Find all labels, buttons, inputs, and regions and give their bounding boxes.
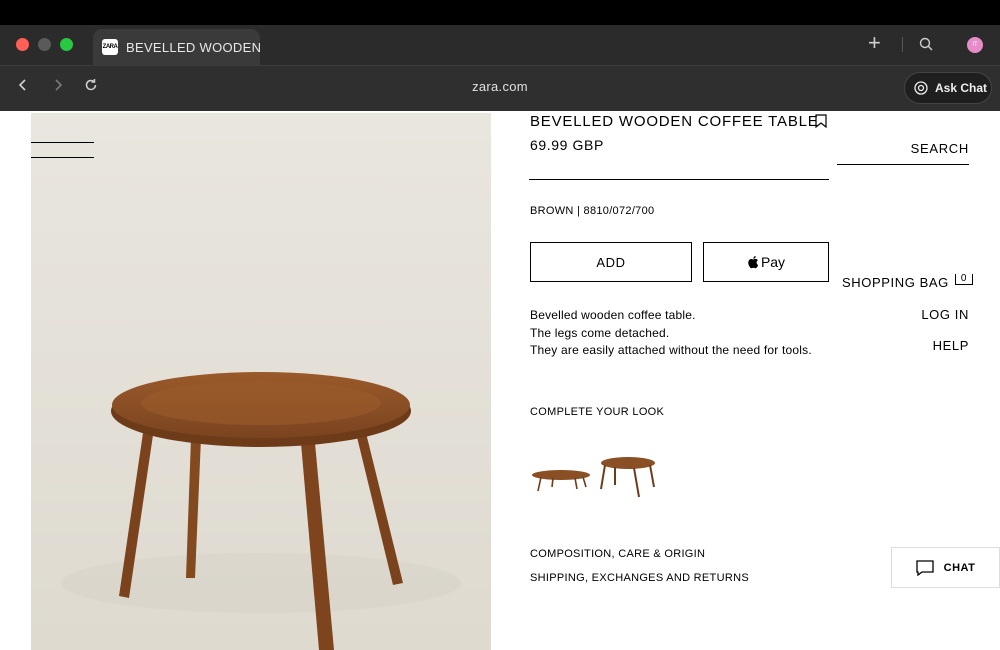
ask-chat-label: Ask Chat <box>935 81 988 95</box>
bookmark-icon[interactable] <box>815 114 827 128</box>
tab-title: BEVELLED WOODEN C <box>126 39 260 55</box>
ask-chat-button[interactable]: Ask Chat <box>904 72 992 104</box>
search-underline <box>837 164 969 165</box>
chat-bubble-icon <box>915 559 934 576</box>
product-title: BEVELLED WOODEN COFFEE TABLE <box>530 113 819 130</box>
login-link[interactable]: LOG IN <box>921 307 969 322</box>
apple-pay-label: Pay <box>760 254 786 270</box>
shopping-bag-label: SHOPPING BAG <box>842 275 949 290</box>
related-product-low-table[interactable] <box>531 451 591 499</box>
title-divider <box>529 179 829 180</box>
description-line: They are easily attached without the nee… <box>530 343 812 357</box>
browser-tab[interactable]: ZARA BEVELLED WOODEN C <box>93 29 260 65</box>
related-product-coffee-table[interactable] <box>598 451 656 499</box>
search-link[interactable]: SEARCH <box>837 141 969 156</box>
toolbar-divider <box>902 37 903 52</box>
description-line: Bevelled wooden coffee table. <box>530 308 696 322</box>
openai-icon <box>914 81 928 95</box>
product-page: BEVELLED WOODEN COFFEE TABLE 69.99 GBP S… <box>0 111 1000 650</box>
menu-line-top[interactable] <box>31 142 94 143</box>
minimize-window-button[interactable] <box>38 38 51 51</box>
close-window-button[interactable] <box>16 38 29 51</box>
zara-favicon-icon: ZARA <box>102 39 118 55</box>
profile-avatar[interactable]: IT <box>967 37 983 53</box>
product-price: 69.99 GBP <box>530 137 604 153</box>
apple-pay-button[interactable]: Pay <box>703 242 829 282</box>
shopping-bag-link[interactable]: SHOPPING BAG 0 <box>842 274 974 290</box>
bag-count-badge: 0 <box>954 274 974 285</box>
chat-label: CHAT <box>943 561 976 574</box>
color-reference: BROWN | 8810/072/700 <box>530 205 655 217</box>
composition-care-origin-link[interactable]: COMPOSITION, CARE & ORIGIN <box>530 548 705 560</box>
description-line: The legs come detached. <box>530 325 670 340</box>
system-top-bar <box>0 0 1000 25</box>
coffee-table-photo <box>31 113 491 650</box>
search-tabs-icon[interactable] <box>919 37 933 51</box>
help-link[interactable]: HELP <box>933 338 969 353</box>
product-image <box>31 113 491 650</box>
chat-button[interactable]: CHAT <box>891 547 1000 588</box>
complete-your-look-heading: COMPLETE YOUR LOOK <box>530 406 665 418</box>
shipping-exchanges-returns-link[interactable]: SHIPPING, EXCHANGES AND RETURNS <box>530 572 749 584</box>
url-text[interactable]: zara.com <box>0 79 1000 94</box>
product-description: Bevelled wooden coffee table. The legs c… <box>530 307 812 360</box>
new-tab-plus-icon[interactable]: + <box>868 30 881 56</box>
add-to-bag-button[interactable]: ADD <box>530 242 692 282</box>
maximize-window-button[interactable] <box>60 38 73 51</box>
menu-line-bottom[interactable] <box>31 157 94 158</box>
apple-logo-icon <box>748 256 759 269</box>
